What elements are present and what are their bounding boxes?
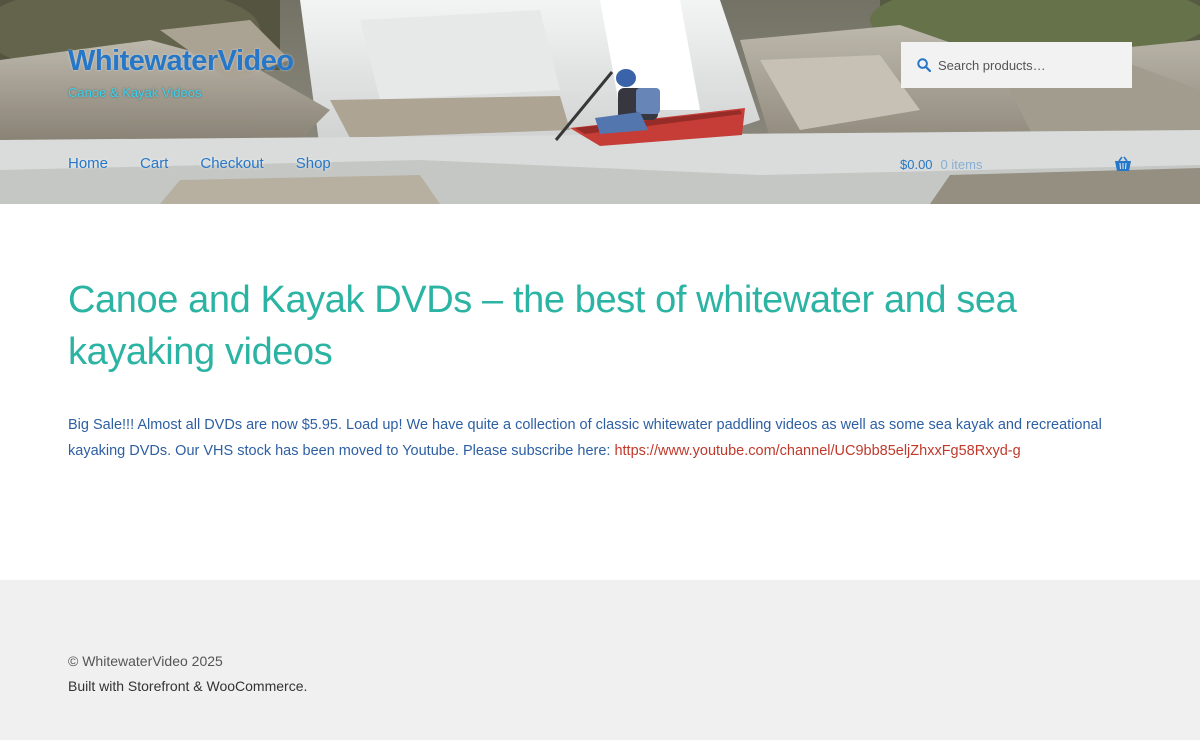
- main-content: Canoe and Kayak DVDs – the best of white…: [68, 274, 1138, 464]
- product-search-form: [901, 42, 1132, 88]
- footer-copyright: © WhitewaterVideo 2025: [68, 653, 223, 669]
- primary-navigation: Home Cart Checkout Shop: [68, 154, 363, 174]
- basket-icon[interactable]: [1114, 156, 1132, 172]
- nav-link-checkout[interactable]: Checkout: [200, 154, 263, 174]
- search-icon[interactable]: [917, 58, 931, 72]
- nav-link-shop[interactable]: Shop: [296, 154, 331, 174]
- header-cart-link[interactable]: $0.00 0 items: [900, 156, 982, 174]
- page-title: Canoe and Kayak DVDs – the best of white…: [68, 279, 1017, 373]
- site-header: WhitewaterVideo Canoe & Kayak Videos Hom…: [0, 0, 1200, 204]
- site-tagline: Canoe & Kayak Videos: [68, 85, 202, 100]
- site-footer: © WhitewaterVideo 2025 Built with Storef…: [0, 580, 1200, 740]
- product-search-input[interactable]: [938, 57, 1118, 73]
- intro-paragraph: Big Sale!!! Almost all DVDs are now $5.9…: [68, 412, 1138, 464]
- youtube-channel-link[interactable]: https://www.youtube.com/channel/UC9bb85e…: [614, 443, 1020, 459]
- nav-link-home[interactable]: Home: [68, 154, 108, 174]
- cart-item-count: 0 items: [940, 157, 983, 172]
- footer-credit-link[interactable]: Built with Storefront & WooCommerce.: [68, 677, 307, 695]
- nav-link-cart[interactable]: Cart: [140, 154, 168, 174]
- cart-amount: $0.00: [900, 157, 933, 172]
- site-branding: WhitewaterVideo Canoe & Kayak Videos: [68, 44, 294, 101]
- site-title-link[interactable]: WhitewaterVideo: [68, 44, 294, 78]
